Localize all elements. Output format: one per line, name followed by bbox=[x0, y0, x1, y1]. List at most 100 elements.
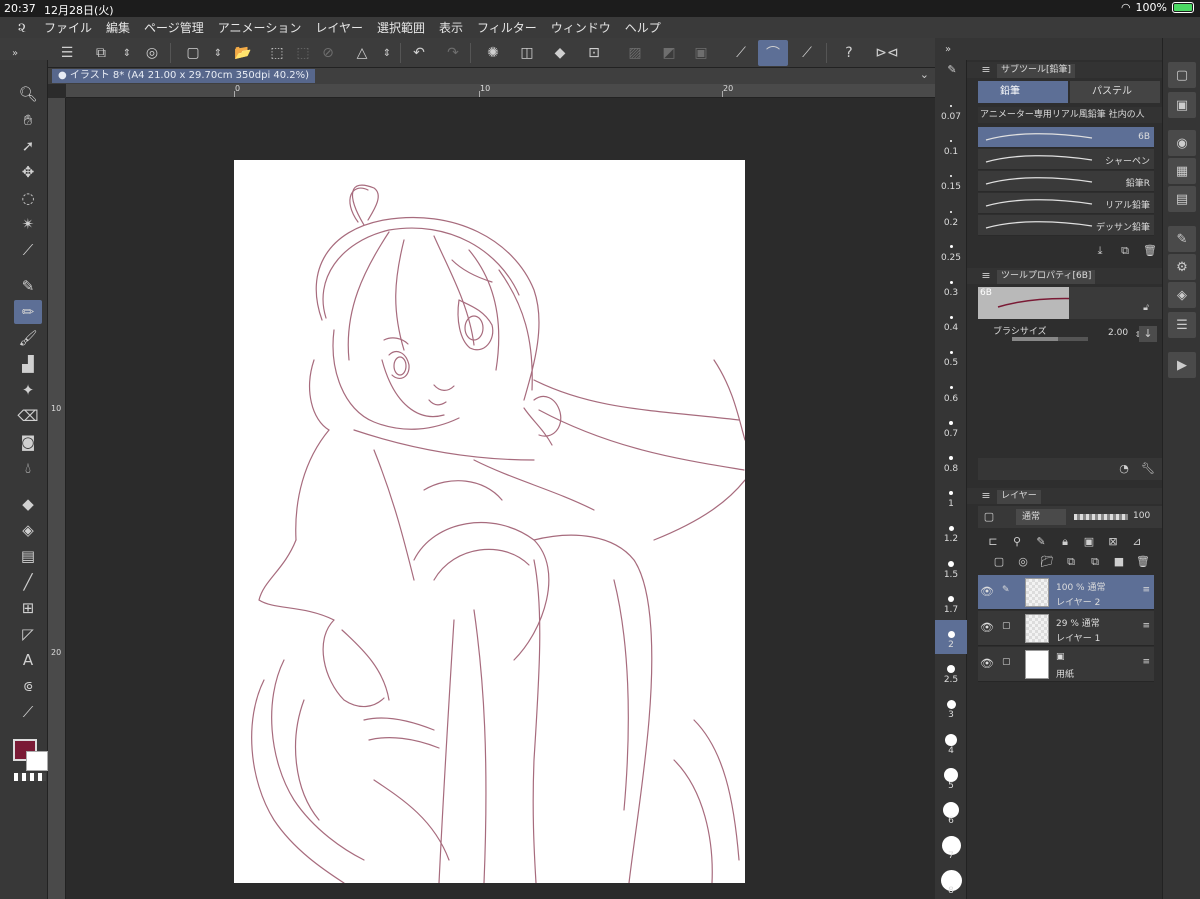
layer-dock-icon[interactable]: ☰ bbox=[1168, 312, 1196, 338]
snap-grid-icon[interactable]: ▣ bbox=[690, 42, 712, 64]
pencil-tool-icon[interactable]: ✏︎ bbox=[14, 300, 42, 324]
item-bank-icon[interactable]: ▣ bbox=[1168, 92, 1196, 118]
subtool-item[interactable]: 鉛筆R bbox=[978, 171, 1154, 192]
mask-icon[interactable]: ⊠ bbox=[1104, 534, 1122, 550]
airbrush-tool-icon[interactable]: ▟ bbox=[14, 352, 42, 376]
brush-size-option[interactable]: 1 bbox=[935, 479, 967, 513]
select-all-icon[interactable]: ⬚ bbox=[266, 42, 288, 64]
brush-size-option[interactable]: 3 bbox=[935, 690, 967, 724]
tool-reset-icon[interactable]: ◔ bbox=[1115, 461, 1133, 477]
subtool-dock-icon[interactable]: ✎ bbox=[1168, 226, 1196, 252]
brush-size-value[interactable]: 2.00 bbox=[1108, 328, 1128, 338]
expression-color-icon[interactable]: ▢ bbox=[980, 509, 998, 525]
lock-layer-icon[interactable]: 🔒︎ bbox=[1056, 534, 1074, 550]
loading-spinner-icon[interactable]: ✺ bbox=[482, 42, 504, 64]
navigator-icon[interactable]: ▢ bbox=[1168, 62, 1196, 88]
magic-wand-icon[interactable]: ✴ bbox=[14, 212, 42, 236]
subtool-item[interactable]: デッサン鉛筆 bbox=[978, 215, 1154, 236]
blend-mode-select[interactable]: 通常 bbox=[1016, 509, 1066, 525]
layer-row[interactable]: 👁︎ ✎ ≡ 100 % 通常 レイヤー 2 bbox=[978, 575, 1154, 610]
clip-studio-icon[interactable]: ◎ bbox=[141, 42, 163, 64]
brush-size-option[interactable]: 0.07 bbox=[935, 92, 967, 126]
stepper-icon[interactable]: ⇕ bbox=[116, 42, 138, 64]
panel-menu-icon[interactable]: ≡ bbox=[977, 268, 995, 284]
stepper3-icon[interactable]: ⇕ bbox=[376, 42, 398, 64]
brush-size-option[interactable]: 2.5 bbox=[935, 655, 967, 689]
timeline-icon[interactable]: ▶ bbox=[1168, 352, 1196, 378]
clip-icon[interactable]: ⊏ bbox=[984, 534, 1002, 550]
new-folder-icon[interactable]: 📁︎ bbox=[1038, 554, 1056, 570]
delete-subtool-icon[interactable]: 🗑︎ bbox=[1141, 243, 1159, 259]
collapse-right-icon[interactable]: » bbox=[937, 38, 959, 60]
color-set-icon[interactable]: ◉ bbox=[1168, 130, 1196, 156]
layer-check-icon[interactable]: ▢ bbox=[1002, 657, 1011, 667]
clear-icon[interactable]: ◫ bbox=[516, 42, 538, 64]
layer-menu-icon[interactable]: ≡ bbox=[1142, 585, 1150, 595]
move-layer-icon[interactable]: ✥ bbox=[14, 160, 42, 184]
subtool-item[interactable]: シャーペン bbox=[978, 149, 1154, 170]
figure-tool-icon[interactable]: ╱ bbox=[14, 570, 42, 594]
straight-line-icon[interactable]: ⟋ bbox=[796, 42, 818, 64]
gradient-tool-icon[interactable]: ▤ bbox=[14, 544, 42, 568]
brush-size-slider[interactable] bbox=[1012, 337, 1088, 341]
menu-page[interactable]: ページ管理 bbox=[144, 19, 204, 36]
menu-window[interactable]: ウィンドウ bbox=[551, 19, 611, 36]
brush-size-option[interactable]: 7 bbox=[935, 831, 967, 865]
fill-refer-icon[interactable]: ◈ bbox=[14, 518, 42, 542]
brush-size-option[interactable]: 0.8 bbox=[935, 444, 967, 478]
opacity-slider[interactable] bbox=[1074, 514, 1128, 520]
brush-size-option[interactable]: 0.6 bbox=[935, 374, 967, 408]
subtool-item[interactable]: 6B bbox=[978, 127, 1154, 148]
document-tab[interactable]: ● イラスト 8* (A4 21.00 x 29.70cm 350dpi 40.… bbox=[52, 69, 316, 83]
brush-size-option[interactable]: 2 bbox=[935, 620, 967, 654]
zoom-tool-icon[interactable]: 🔍︎ bbox=[14, 82, 42, 106]
snap-special-icon[interactable]: ◩ bbox=[658, 42, 680, 64]
duplicate-subtool-icon[interactable]: ⧉ bbox=[1116, 243, 1134, 259]
wrench-icon[interactable]: 🔧︎ bbox=[1139, 461, 1157, 477]
brush-size-option[interactable]: 0.15 bbox=[935, 162, 967, 196]
open-folder-icon[interactable]: 📂 bbox=[232, 42, 254, 64]
brush-size-option[interactable]: 4 bbox=[935, 726, 967, 760]
brush-size-option[interactable]: 5 bbox=[935, 761, 967, 795]
transform-icon[interactable]: ⊡ bbox=[583, 42, 605, 64]
layer-check-icon[interactable]: ▢ bbox=[1002, 621, 1011, 631]
visibility-eye-icon[interactable]: 👁︎ bbox=[980, 585, 994, 598]
layer-menu-icon[interactable]: ≡ bbox=[1142, 621, 1150, 631]
lock-icon[interactable]: 🔓︎ bbox=[1137, 300, 1155, 316]
subtool-tab-pastel[interactable]: パステル bbox=[1070, 81, 1160, 103]
panel-menu-icon[interactable]: ≡ bbox=[977, 62, 995, 78]
download-subtool-icon[interactable]: ⤓ bbox=[1091, 243, 1109, 259]
eraser-tool-icon[interactable]: ⌫ bbox=[14, 404, 42, 428]
new-file-icon[interactable]: ▢ bbox=[182, 42, 204, 64]
balloon-tool-icon[interactable]: ⟃ bbox=[14, 674, 42, 698]
draft-icon[interactable]: ✎ bbox=[1032, 534, 1050, 550]
redo-icon[interactable]: ↷ bbox=[442, 42, 464, 64]
brush-size-option[interactable]: 0.25 bbox=[935, 233, 967, 267]
brush-size-option[interactable]: 0.3 bbox=[935, 268, 967, 302]
layer-property-icon[interactable]: ◈ bbox=[1168, 282, 1196, 308]
brush-size-option[interactable]: 0.7 bbox=[935, 409, 967, 443]
help-icon[interactable]: ? bbox=[838, 42, 860, 64]
operation-tool-icon[interactable]: ➚ bbox=[14, 134, 42, 158]
flip-horizontal-icon[interactable]: ⊳⊲ bbox=[875, 42, 898, 64]
layer-menu-icon[interactable]: ≡ bbox=[1142, 657, 1150, 667]
hand-tool-icon[interactable]: ✋︎ bbox=[14, 108, 42, 132]
app-logo-icon[interactable]: ૨ bbox=[0, 20, 44, 36]
blend-tool-icon[interactable]: ◙ bbox=[14, 430, 42, 454]
visibility-eye-icon[interactable]: 👁︎ bbox=[980, 621, 994, 634]
reference-icon[interactable]: ⚲ bbox=[1008, 534, 1026, 550]
menu-selection[interactable]: 選択範囲 bbox=[377, 19, 425, 36]
ruler-tool-icon[interactable]: ◸ bbox=[14, 622, 42, 646]
lock-transparency-icon[interactable]: ▣ bbox=[1080, 534, 1098, 550]
brush-tool-icon[interactable]: 🖌︎ bbox=[14, 326, 42, 350]
tone-icon[interactable]: △ bbox=[351, 42, 373, 64]
invert-icon[interactable]: ⊘ bbox=[317, 42, 339, 64]
text-tool-icon[interactable]: A bbox=[14, 648, 42, 672]
ruler-link-icon[interactable]: ⊿ bbox=[1128, 534, 1146, 550]
delete-layer-icon[interactable]: 🗑︎ bbox=[1134, 554, 1152, 570]
material-icon[interactable]: ▤ bbox=[1168, 186, 1196, 212]
undo-icon[interactable]: ↶ bbox=[408, 42, 430, 64]
menu-animation[interactable]: アニメーション bbox=[218, 19, 302, 36]
brush-size-option[interactable]: 6 bbox=[935, 796, 967, 830]
new-vector-icon[interactable]: ◎ bbox=[1014, 554, 1032, 570]
